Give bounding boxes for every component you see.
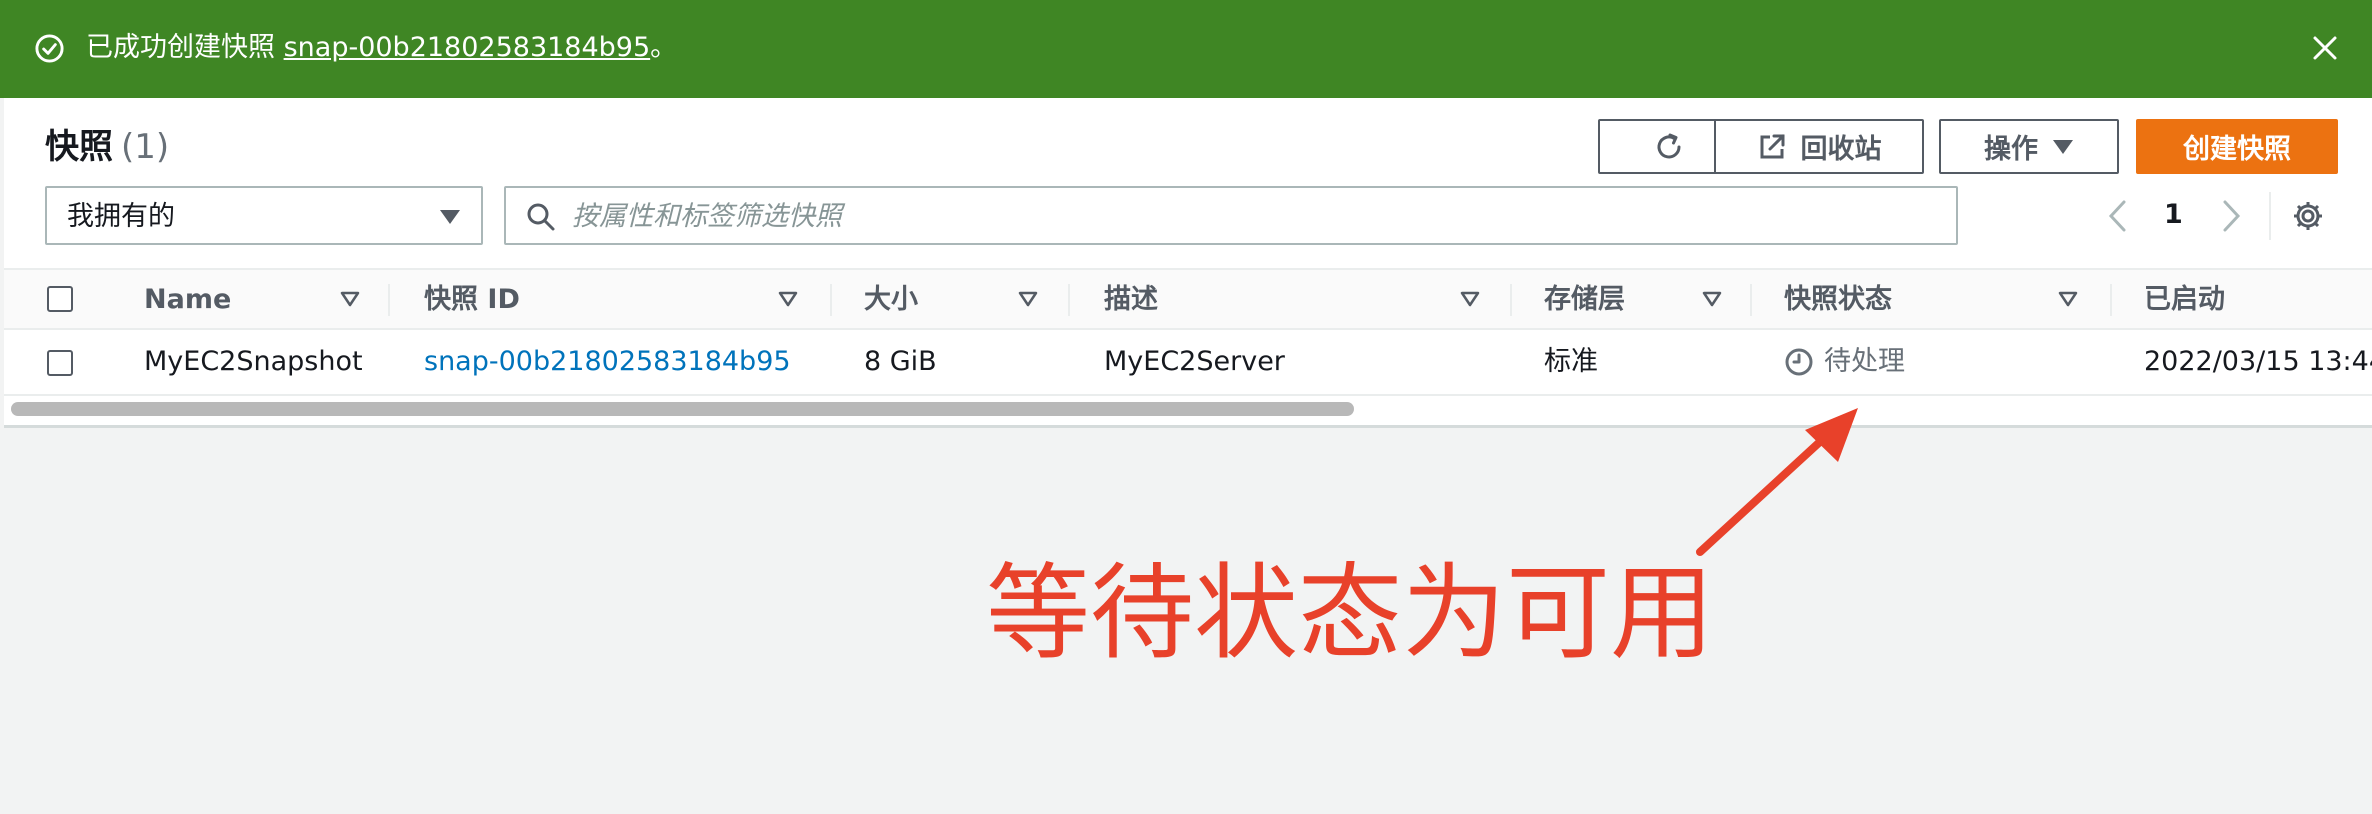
table-header: Name 快照 ID 大小 描述 存储层 快照状态 已启动 — [4, 268, 2372, 330]
table-row[interactable]: MyEC2Snapshot snap-00b21802583184b95 8 G… — [4, 330, 2372, 396]
column-divider[interactable] — [830, 284, 832, 316]
flash-snapshot-link[interactable]: snap-00b21802583184b95 — [284, 32, 651, 63]
success-flash-banner: 已成功创建快照 snap-00b21802583184b95。 — [0, 0, 2372, 98]
create-snapshot-button[interactable]: 创建快照 — [2136, 119, 2338, 174]
clock-icon — [1785, 348, 1813, 376]
column-header-size[interactable]: 大小 — [864, 283, 918, 317]
page-title-text: 快照 — [45, 127, 113, 167]
cell-started: 2022/03/15 13:44 — [2144, 346, 2372, 377]
sort-icon[interactable] — [340, 290, 360, 308]
column-divider[interactable] — [2110, 284, 2112, 316]
column-header-started[interactable]: 已启动 — [2144, 283, 2225, 317]
recycle-bin-button[interactable]: 回收站 — [1714, 119, 1924, 174]
column-divider[interactable] — [1510, 284, 1512, 316]
snapshot-count: (1) — [121, 127, 170, 167]
external-link-icon — [1760, 134, 1784, 158]
actions-label: 操作 — [1984, 134, 2038, 165]
column-header-snapshot-id[interactable]: 快照 ID — [424, 283, 520, 317]
arrow-icon — [1696, 408, 1858, 556]
cell-name: MyEC2Snapshot — [144, 346, 363, 377]
column-divider[interactable] — [1750, 284, 1752, 316]
cell-status: 待处理 — [1784, 345, 1905, 379]
recycle-bin-label: 回收站 — [1800, 134, 1882, 165]
flash-message-suffix: 。 — [650, 32, 678, 63]
create-snapshot-label: 创建快照 — [2183, 134, 2291, 165]
sort-icon[interactable] — [1702, 290, 1722, 308]
search-input[interactable] — [572, 196, 1932, 236]
snapshots-panel: 快照 (1) 回收站 操作 创建快照 我拥有的 按属性和标签筛选快照 1 Nam… — [4, 98, 2372, 428]
column-header-name[interactable]: Name — [144, 283, 231, 317]
chevron-left-icon[interactable] — [2106, 199, 2128, 233]
page: 已成功创建快照 snap-00b21802583184b95。 快照 (1) 回收… — [0, 0, 2372, 814]
caret-down-icon — [440, 210, 460, 224]
row-checkbox[interactable] — [47, 350, 73, 376]
cell-description: MyEC2Server — [1104, 346, 1285, 377]
cell-storage-tier: 标准 — [1544, 346, 1598, 377]
owner-filter-value: 我拥有的 — [67, 201, 175, 232]
close-icon[interactable] — [2308, 31, 2342, 65]
status-text: 待处理 — [1824, 346, 1905, 377]
page-number[interactable]: 1 — [2164, 197, 2183, 233]
cell-snapshot-id-link[interactable]: snap-00b21802583184b95 — [424, 345, 791, 379]
cell-size: 8 GiB — [864, 346, 937, 377]
sort-icon[interactable] — [2058, 290, 2078, 308]
select-all-checkbox[interactable] — [47, 286, 73, 312]
flash-message: 已成功创建快照 snap-00b21802583184b95。 — [86, 29, 677, 67]
sort-icon[interactable] — [1018, 290, 1038, 308]
flash-message-prefix: 已成功创建快照 — [86, 32, 284, 63]
column-header-snapshot-status[interactable]: 快照状态 — [1784, 283, 1892, 317]
sort-icon[interactable] — [1460, 290, 1480, 308]
owner-filter-select[interactable]: 我拥有的 — [45, 186, 483, 245]
divider — [2269, 192, 2271, 240]
caret-down-icon — [2053, 139, 2073, 154]
search-box[interactable] — [504, 186, 1958, 245]
page-title: 快照 (1) — [45, 125, 169, 169]
gear-icon[interactable] — [2292, 200, 2324, 232]
column-header-storage-tier[interactable]: 存储层 — [1544, 283, 1625, 317]
refresh-icon — [1657, 133, 1680, 158]
actions-button[interactable]: 操作 — [1939, 119, 2119, 174]
annotation-text: 等待状态为可用 — [986, 552, 1715, 674]
column-header-description[interactable]: 描述 — [1104, 283, 1158, 317]
check-circle-icon — [35, 34, 64, 63]
column-divider[interactable] — [388, 284, 390, 316]
column-divider[interactable] — [1068, 284, 1070, 316]
search-icon — [527, 203, 555, 231]
chevron-right-icon[interactable] — [2221, 199, 2243, 233]
horizontal-scrollbar[interactable] — [11, 402, 1354, 416]
sort-icon[interactable] — [778, 290, 798, 308]
